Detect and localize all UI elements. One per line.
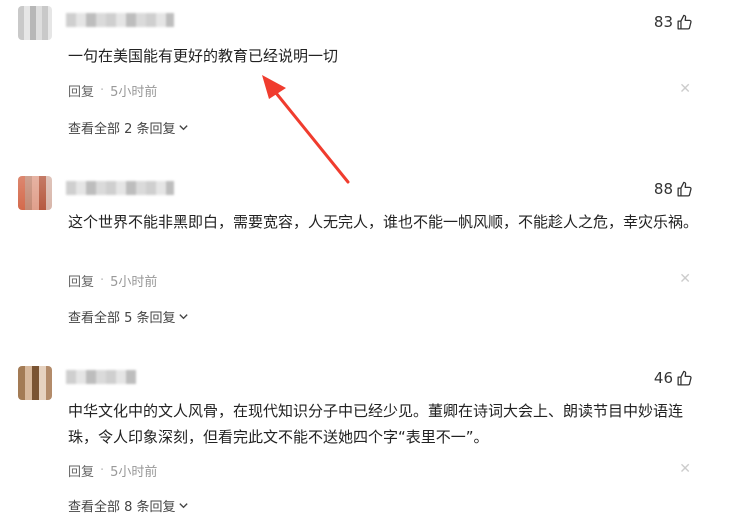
- avatar[interactable]: [18, 176, 52, 210]
- like-count: 46: [653, 369, 673, 387]
- thumbs-up-icon: [677, 14, 692, 30]
- comment-text: 中华文化中的文人风骨，在现代知识分子中已经少见。董卿在诗词大会上、朗读节目中妙语…: [68, 402, 684, 446]
- comment-meta: 回复 · 5小时前: [68, 461, 157, 480]
- username-blurred[interactable]: [66, 181, 174, 195]
- comment-text: 一句在美国能有更好的教育已经说明一切: [68, 47, 339, 65]
- reply-button[interactable]: 回复: [68, 81, 94, 100]
- thumbs-up-icon: [677, 370, 692, 386]
- thumbs-up-icon: [677, 181, 692, 197]
- close-icon[interactable]: ✕: [679, 271, 691, 287]
- username-blurred[interactable]: [66, 370, 136, 384]
- reply-button[interactable]: 回复: [68, 271, 94, 290]
- view-all-label: 查看全部 8 条回复: [68, 500, 176, 515]
- view-all-label: 查看全部 2 条回复: [68, 122, 176, 137]
- like-button[interactable]: 83: [654, 13, 693, 31]
- comment-text: 这个世界不能非黑即白，需要宽容，人无完人，谁也不能一帆风顺，不能趁人之危，幸灾乐…: [68, 213, 699, 231]
- chevron-down-icon: [178, 314, 188, 320]
- username-blurred[interactable]: [66, 13, 174, 27]
- like-count: 83: [653, 13, 673, 31]
- comment-meta: 回复 · 5小时前: [68, 81, 157, 100]
- avatar[interactable]: [18, 366, 52, 400]
- avatar[interactable]: [18, 6, 52, 40]
- like-button[interactable]: 46: [654, 369, 693, 387]
- separator-dot: ·: [100, 463, 105, 478]
- timestamp: 5小时前: [110, 275, 158, 290]
- view-all-label: 查看全部 5 条回复: [68, 311, 176, 326]
- view-all-replies[interactable]: 查看全部 2 条回复: [68, 118, 189, 137]
- separator-dot: ·: [100, 273, 105, 288]
- view-all-replies[interactable]: 查看全部 5 条回复: [68, 307, 189, 326]
- comment-meta: 回复 · 5小时前: [68, 271, 157, 290]
- close-icon[interactable]: ✕: [679, 461, 691, 477]
- reply-button[interactable]: 回复: [68, 461, 94, 480]
- chevron-down-icon: [178, 503, 188, 509]
- like-count: 88: [653, 180, 673, 198]
- timestamp: 5小时前: [110, 465, 158, 480]
- timestamp: 5小时前: [110, 85, 158, 100]
- view-all-replies[interactable]: 查看全部 8 条回复: [68, 496, 189, 515]
- like-button[interactable]: 88: [654, 180, 693, 198]
- close-icon[interactable]: ✕: [679, 81, 691, 97]
- separator-dot: ·: [100, 83, 105, 98]
- chevron-down-icon: [178, 125, 188, 131]
